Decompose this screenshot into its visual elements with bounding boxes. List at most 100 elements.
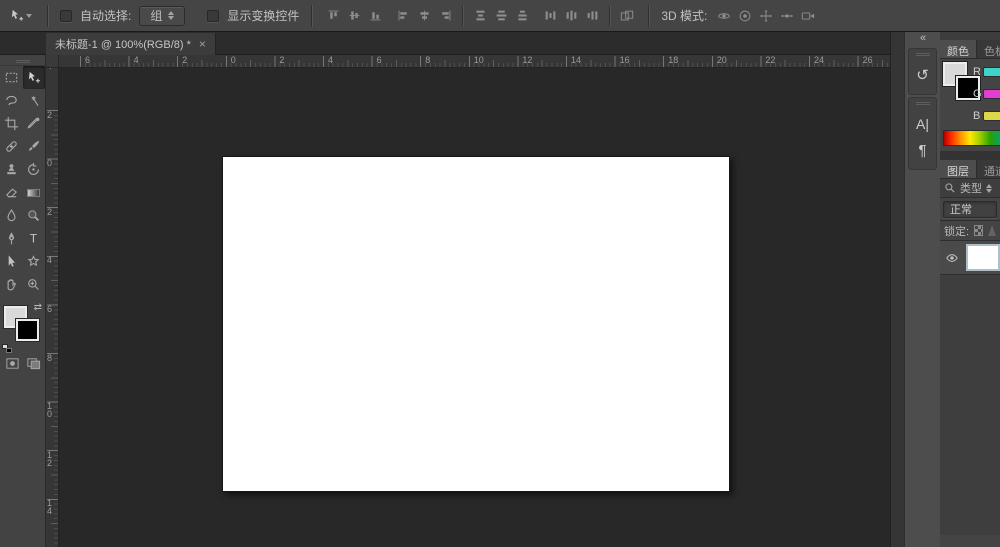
ruler-label: 2 bbox=[182, 55, 187, 65]
tool-magic-wand[interactable] bbox=[23, 89, 45, 112]
ruler-label: 10 bbox=[474, 55, 484, 65]
auto-select-dropdown[interactable]: 组 bbox=[139, 6, 185, 26]
ruler-label: 6 bbox=[377, 55, 382, 65]
tool-gradient[interactable] bbox=[23, 181, 45, 204]
camera-3d-icon[interactable] bbox=[799, 6, 817, 26]
tool-grid: T bbox=[0, 66, 45, 296]
screen-mode-icon[interactable] bbox=[26, 356, 41, 371]
layers-panel-tabs: 图层通道 bbox=[940, 160, 1000, 179]
tool-crop[interactable] bbox=[1, 112, 23, 135]
tab-颜色[interactable]: 颜色 bbox=[940, 40, 977, 58]
separator bbox=[311, 5, 312, 27]
tool-dodge[interactable] bbox=[23, 204, 45, 227]
dock-grip[interactable] bbox=[916, 102, 930, 105]
tool-eraser[interactable] bbox=[1, 181, 23, 204]
layer-thumbnail[interactable] bbox=[966, 244, 1000, 271]
show-transform-checkbox[interactable] bbox=[207, 10, 219, 22]
paragraph-panel-icon[interactable]: ¶ bbox=[909, 137, 936, 163]
tool-preset-picker[interactable] bbox=[6, 6, 35, 25]
tool-move[interactable] bbox=[23, 66, 45, 89]
tool-brush[interactable] bbox=[23, 135, 45, 158]
auto-select-value: 组 bbox=[150, 7, 162, 24]
align-hcenter-icon[interactable] bbox=[415, 6, 433, 26]
color-spectrum-ramp[interactable] bbox=[944, 131, 1000, 145]
channel-label: G bbox=[973, 88, 982, 100]
updown-arrows-icon[interactable] bbox=[986, 184, 992, 193]
character-panel-icon[interactable]: A| bbox=[909, 111, 936, 137]
slide-3d-icon[interactable] bbox=[778, 6, 796, 26]
tool-healing-brush[interactable] bbox=[1, 135, 23, 158]
svg-text:T: T bbox=[30, 232, 38, 246]
tool-pen[interactable] bbox=[1, 227, 23, 250]
ruler-corner[interactable] bbox=[46, 55, 59, 68]
tool-history-brush[interactable] bbox=[23, 158, 45, 181]
color-panel: RGB bbox=[940, 59, 1000, 151]
tool-zoom[interactable] bbox=[23, 273, 45, 296]
dist-top-icon[interactable] bbox=[471, 6, 489, 26]
default-colors-icon[interactable] bbox=[2, 344, 12, 353]
roll-3d-icon[interactable] bbox=[736, 6, 754, 26]
channel-label: B bbox=[973, 110, 980, 122]
ruler-label: 14 bbox=[571, 55, 581, 65]
tool-path-selection[interactable] bbox=[1, 250, 23, 273]
auto-align-icon[interactable] bbox=[618, 6, 636, 26]
align-left-icon[interactable] bbox=[394, 6, 412, 26]
ruler-label: 2 bbox=[47, 111, 52, 119]
align-right-icon[interactable] bbox=[436, 6, 454, 26]
tool-rectangular-marquee[interactable] bbox=[1, 66, 23, 89]
chevron-down-icon bbox=[26, 14, 32, 18]
close-icon[interactable]: × bbox=[199, 37, 206, 51]
ruler-label: 0 bbox=[231, 55, 236, 65]
tool-eyedropper[interactable] bbox=[23, 112, 45, 135]
ruler-label: 6 bbox=[47, 305, 52, 313]
dist-vcenter-icon[interactable] bbox=[492, 6, 510, 26]
document-tab[interactable]: 未标题-1 @ 100%(RGB/8) * × bbox=[46, 33, 216, 55]
document-tab-title: 未标题-1 @ 100%(RGB/8) * bbox=[55, 36, 191, 52]
layer-visibility-eye-icon[interactable] bbox=[945, 251, 959, 265]
tab-通道[interactable]: 通道 bbox=[977, 160, 1000, 178]
tool-clone-stamp[interactable] bbox=[1, 158, 23, 181]
dist-right-icon[interactable] bbox=[583, 6, 601, 26]
lock-transparent-pixels-icon[interactable] bbox=[974, 225, 983, 236]
ruler-label: 12 bbox=[522, 55, 532, 65]
auto-select-checkbox[interactable] bbox=[60, 10, 72, 22]
orbit-3d-icon[interactable] bbox=[715, 6, 733, 26]
layer-filter-label[interactable]: 类型 bbox=[960, 180, 982, 196]
quick-mask-icon[interactable] bbox=[5, 356, 20, 371]
background-swatch[interactable] bbox=[16, 319, 39, 341]
tool-blur[interactable] bbox=[1, 204, 23, 227]
ruler-label: 18 bbox=[668, 55, 678, 65]
channel-slider[interactable] bbox=[984, 112, 1000, 120]
channel-slider[interactable] bbox=[984, 90, 1000, 98]
horizontal-ruler[interactable]: 64202468101214161820222426 bbox=[59, 55, 890, 68]
channel-slider[interactable] bbox=[984, 68, 1000, 76]
align-bottom-icon[interactable] bbox=[366, 6, 384, 26]
document-canvas[interactable] bbox=[222, 156, 730, 492]
tool-type[interactable]: T bbox=[23, 227, 45, 250]
history-panel-icon[interactable]: ↺ bbox=[909, 62, 936, 88]
blend-mode-select[interactable]: 正常 bbox=[943, 201, 997, 218]
align-top-icon[interactable] bbox=[324, 6, 342, 26]
swap-colors-icon[interactable]: ⇄ bbox=[34, 302, 42, 313]
panel-spacer bbox=[940, 32, 1000, 40]
dock-grip[interactable] bbox=[916, 53, 930, 56]
ruler-label: 8 bbox=[47, 354, 52, 362]
dist-bottom-icon[interactable] bbox=[513, 6, 531, 26]
tool-hand[interactable] bbox=[1, 273, 23, 296]
tool-custom-shape[interactable] bbox=[23, 250, 45, 273]
tab-色板[interactable]: 色板 bbox=[977, 40, 1000, 58]
lock-image-pixels-icon[interactable] bbox=[988, 225, 996, 236]
ruler-label: 4 bbox=[328, 55, 333, 65]
vertical-ruler[interactable]: 42024681 01 21 41 6 bbox=[46, 68, 59, 547]
dist-hcenter-icon[interactable] bbox=[562, 6, 580, 26]
tools-panel-grip[interactable] bbox=[0, 55, 45, 66]
align-vcenter-icon[interactable] bbox=[345, 6, 363, 26]
channel-row-B: B bbox=[940, 107, 1000, 129]
tool-lasso[interactable] bbox=[1, 89, 23, 112]
collapse-panels-icon[interactable]: « bbox=[905, 32, 940, 46]
dist-left-icon[interactable] bbox=[541, 6, 559, 26]
pan-3d-icon[interactable] bbox=[757, 6, 775, 26]
layer-row[interactable] bbox=[940, 241, 1000, 275]
tab-图层[interactable]: 图层 bbox=[940, 160, 977, 178]
panel-gutter bbox=[890, 32, 904, 547]
